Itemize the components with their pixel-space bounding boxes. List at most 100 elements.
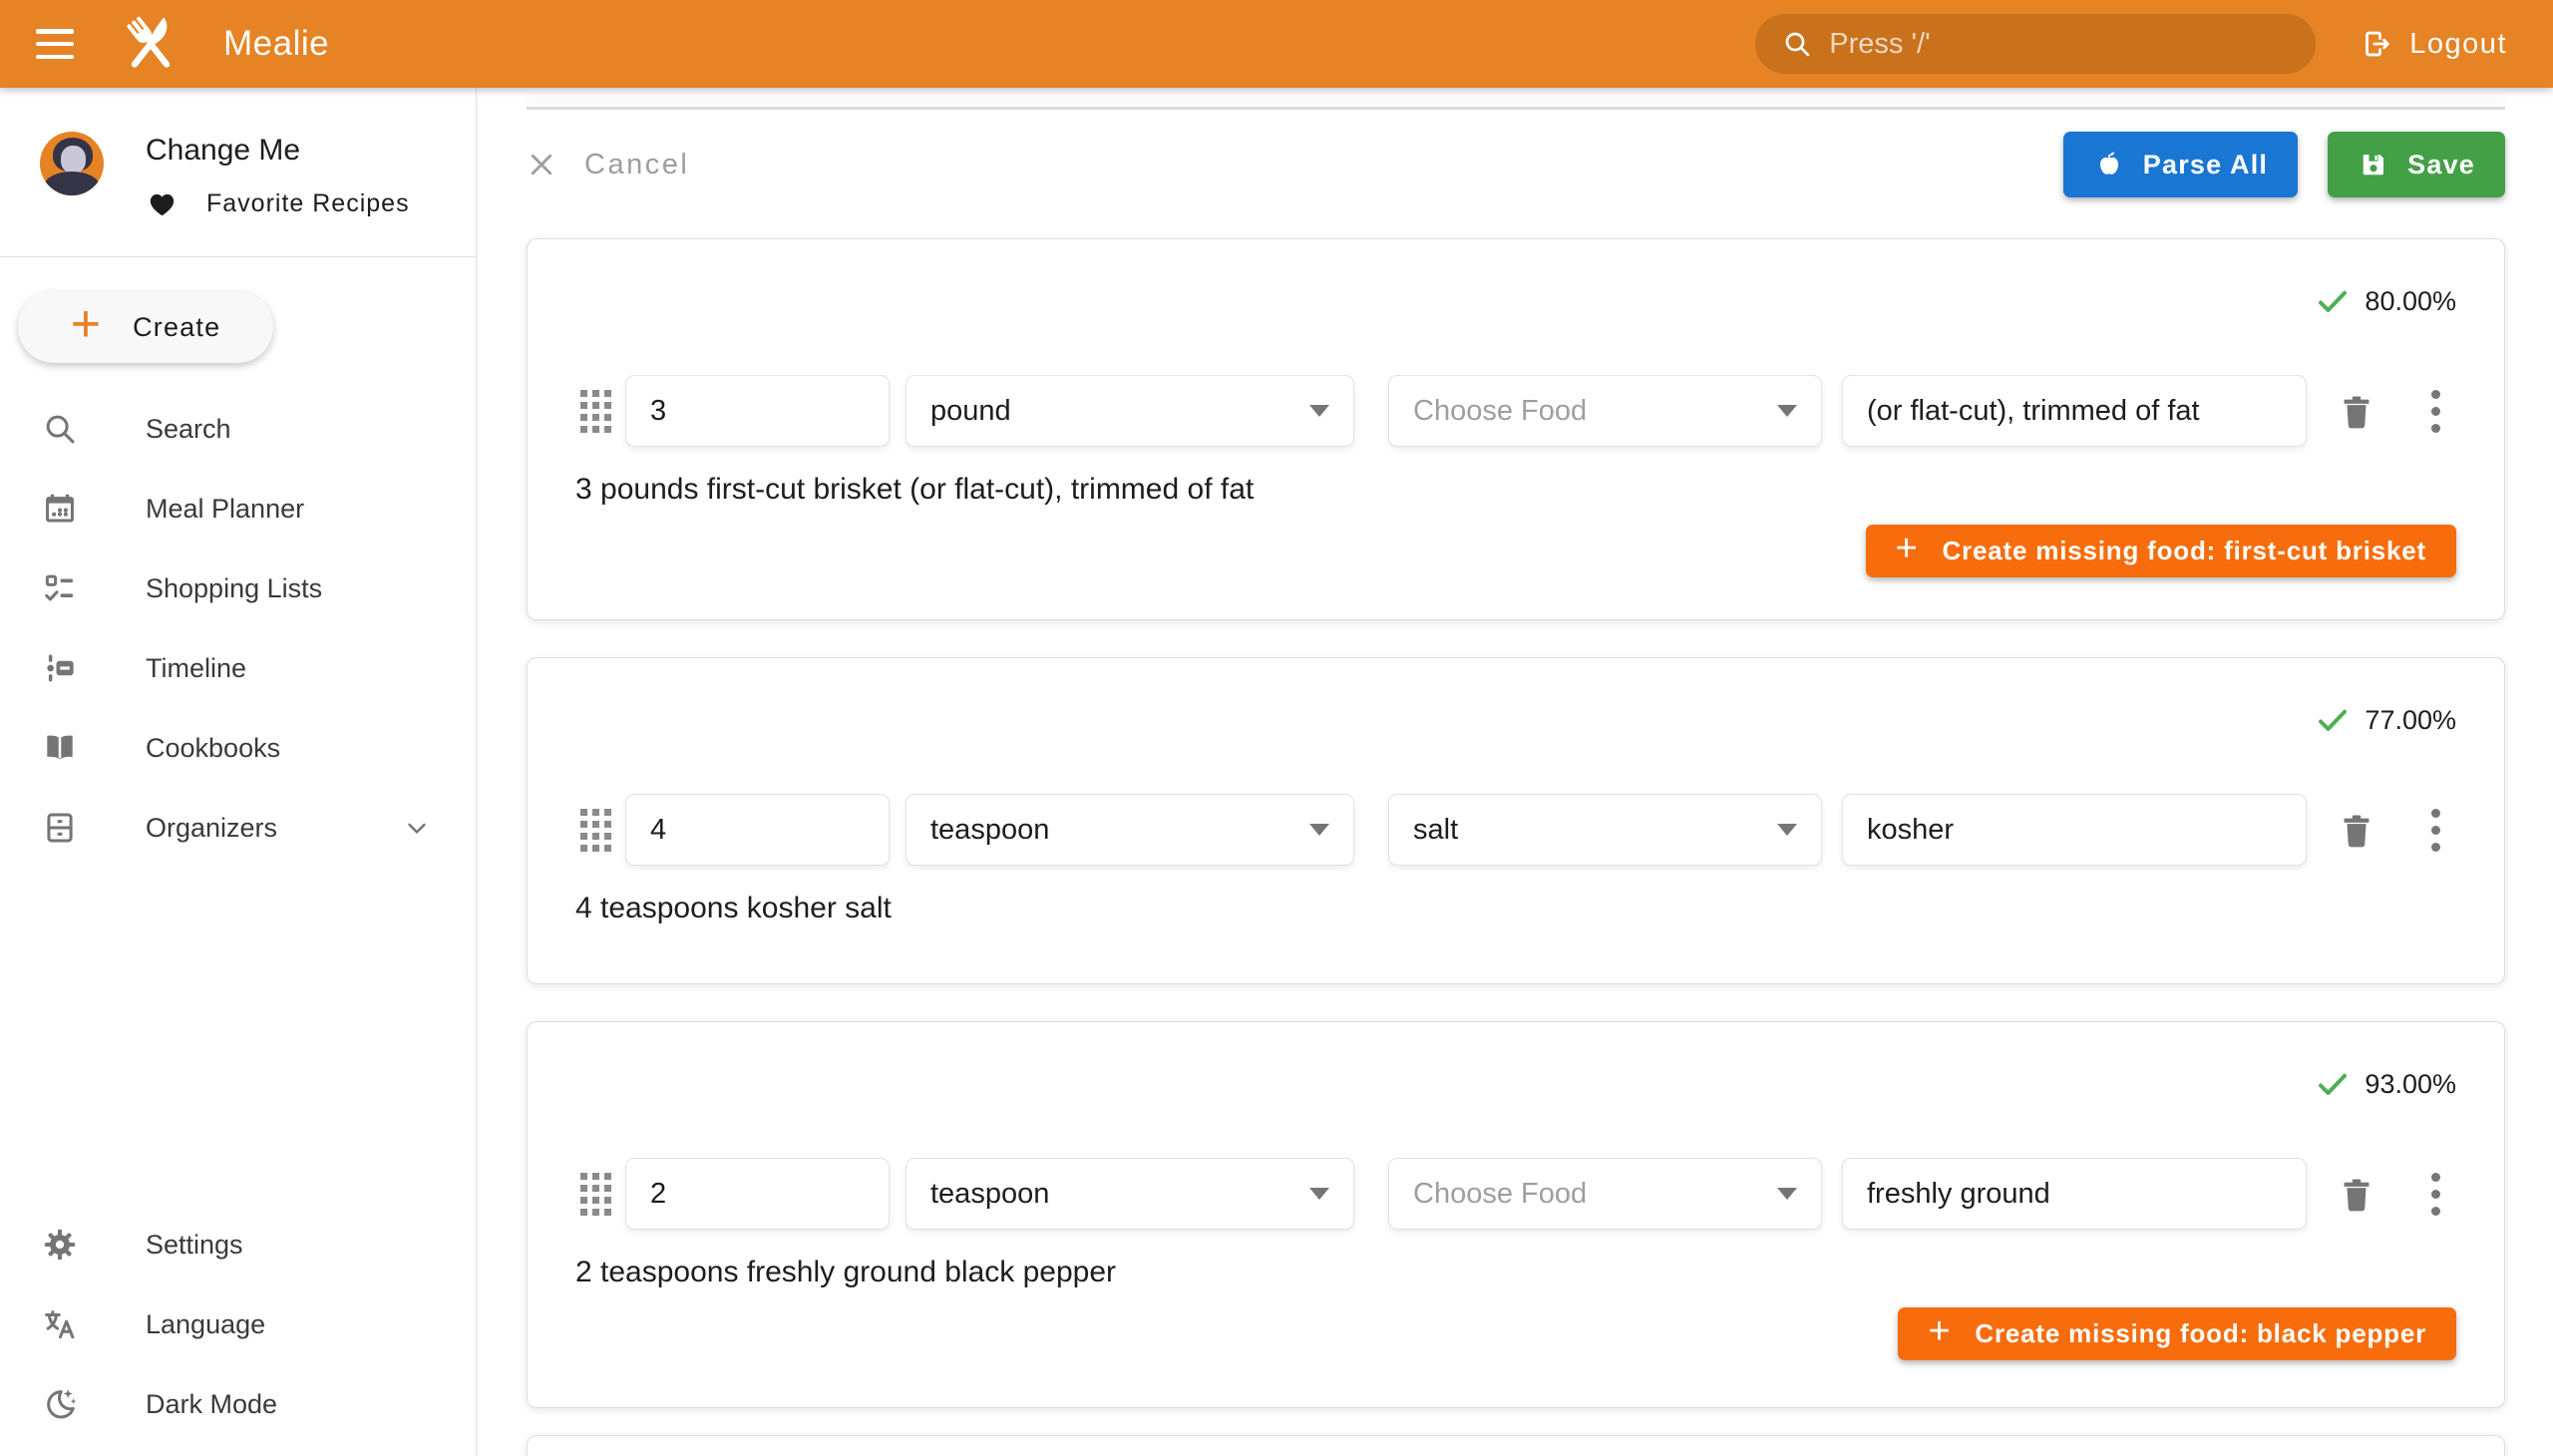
sidebar-item-timeline[interactable]: Timeline [0,628,476,708]
sidebar: Change Me Favorite Recipes + Create Sear… [0,88,477,1456]
unit-select[interactable]: teaspoon [906,794,1354,866]
save-icon [2358,149,2389,181]
section-divider [527,107,2505,110]
note-input[interactable] [1842,375,2307,447]
create-missing-food-button[interactable]: + Create missing food: first-cut brisket [1866,525,2456,577]
plus-icon: + [1896,528,1919,570]
heart-icon [146,187,179,220]
confidence-value: 93.00% [2365,1069,2456,1100]
ingredient-card: 77.00% teaspoon salt [527,657,2505,984]
favorite-recipes-link[interactable]: Favorite Recipes [146,187,410,220]
note-input[interactable] [1842,1158,2307,1230]
food-select[interactable]: Choose Food [1388,375,1822,447]
main-content: Cancel Parse All Save 8 [478,88,2553,1456]
dropdown-arrow-icon [1309,405,1329,417]
close-icon [527,150,556,180]
sidebar-item-meal-planner[interactable]: Meal Planner [0,469,476,548]
mealie-logo-icon [116,9,185,79]
sidebar-item-settings[interactable]: Settings [0,1205,476,1284]
logout-label: Logout [2409,28,2507,61]
app-header: Mealie Logout [0,0,2553,88]
delete-button[interactable] [2335,1170,2378,1218]
trash-icon [2335,387,2378,435]
dropdown-arrow-icon [1777,824,1797,836]
checklist-icon [40,568,80,608]
drag-handle-icon[interactable] [575,1166,615,1222]
search-input[interactable] [1829,28,2302,61]
delete-button[interactable] [2335,806,2378,854]
sidebar-item-cookbooks[interactable]: Cookbooks [0,708,476,788]
dropdown-arrow-icon [1309,824,1329,836]
chevron-down-icon [402,813,432,843]
sidebar-item-organizers[interactable]: Organizers [0,788,476,868]
create-button[interactable]: + Create [18,291,273,363]
magnify-icon [40,409,80,449]
food-select[interactable]: salt [1388,794,1822,866]
book-icon [40,728,80,768]
dropdown-arrow-icon [1777,1188,1797,1200]
sidebar-item-dark-mode[interactable]: Dark Mode [0,1364,476,1444]
sidebar-item-search[interactable]: Search [0,389,476,469]
note-input[interactable] [1842,794,2307,866]
ingredient-card-partial [527,1435,2505,1456]
cabinet-icon [40,808,80,848]
cancel-button[interactable]: Cancel [527,149,689,182]
amount-input[interactable] [625,794,890,866]
create-button-label: Create [133,312,220,343]
check-icon [2315,1066,2351,1102]
logout-button[interactable]: Logout [2350,12,2517,76]
create-missing-food-button[interactable]: + Create missing food: black pepper [1898,1307,2456,1360]
parse-all-button[interactable]: Parse All [2063,132,2298,197]
user-profile[interactable]: Change Me Favorite Recipes [0,88,476,220]
unit-select[interactable]: pound [906,375,1354,447]
ingredient-card: 80.00% pound Choose Food [527,238,2505,620]
amount-input[interactable] [625,375,890,447]
cancel-label: Cancel [584,149,689,182]
ingredient-toolbar: Cancel Parse All Save [527,132,2505,197]
timeline-icon [40,648,80,688]
confidence-row: 93.00% [575,1022,2456,1102]
amount-input[interactable] [625,1158,890,1230]
kebab-menu-icon[interactable] [2420,390,2450,433]
sidebar-item-language[interactable]: Language [0,1284,476,1364]
search-icon [1781,28,1813,60]
trash-icon [2335,806,2378,854]
calendar-icon [40,489,80,529]
sidebar-item-shopping-lists[interactable]: Shopping Lists [0,548,476,628]
kebab-menu-icon[interactable] [2420,1173,2450,1216]
drag-handle-icon[interactable] [575,383,615,439]
user-name: Change Me [146,134,410,168]
delete-button[interactable] [2335,387,2378,435]
app-title: Mealie [223,24,329,64]
confidence-value: 80.00% [2365,286,2456,317]
translate-icon [40,1304,80,1344]
original-ingredient-text: 2 teaspoons freshly ground black pepper [575,1256,2456,1289]
moon-stars-icon [40,1384,80,1424]
ingredient-row: pound Choose Food [575,375,2456,447]
food-select[interactable]: Choose Food [1388,1158,1822,1230]
save-label: Save [2407,150,2475,181]
confidence-row: 80.00% [575,239,2456,319]
parse-all-label: Parse All [2143,150,2268,181]
plus-icon: + [71,298,101,350]
original-ingredient-text: 3 pounds first-cut brisket (or flat-cut)… [575,473,2456,507]
unit-select[interactable]: teaspoon [906,1158,1354,1230]
kebab-menu-icon[interactable] [2420,809,2450,852]
sidebar-divider [0,256,476,257]
ingredient-row: teaspoon Choose Food [575,1158,2456,1230]
drag-handle-icon[interactable] [575,802,615,858]
logout-icon [2360,27,2393,61]
favorite-recipes-label: Favorite Recipes [206,189,410,218]
avatar [40,132,104,195]
save-button[interactable]: Save [2328,132,2505,197]
check-icon [2315,283,2351,319]
plus-icon: + [1928,1310,1951,1353]
trash-icon [2335,1170,2378,1218]
check-icon [2315,702,2351,738]
global-search[interactable] [1755,14,2316,74]
confidence-row: 77.00% [575,658,2456,738]
gear-icon [40,1225,80,1265]
hamburger-menu-icon[interactable] [36,29,74,59]
sidebar-footer: Settings Language Dark Mode [0,1205,476,1444]
original-ingredient-text: 4 teaspoons kosher salt [575,892,2456,925]
